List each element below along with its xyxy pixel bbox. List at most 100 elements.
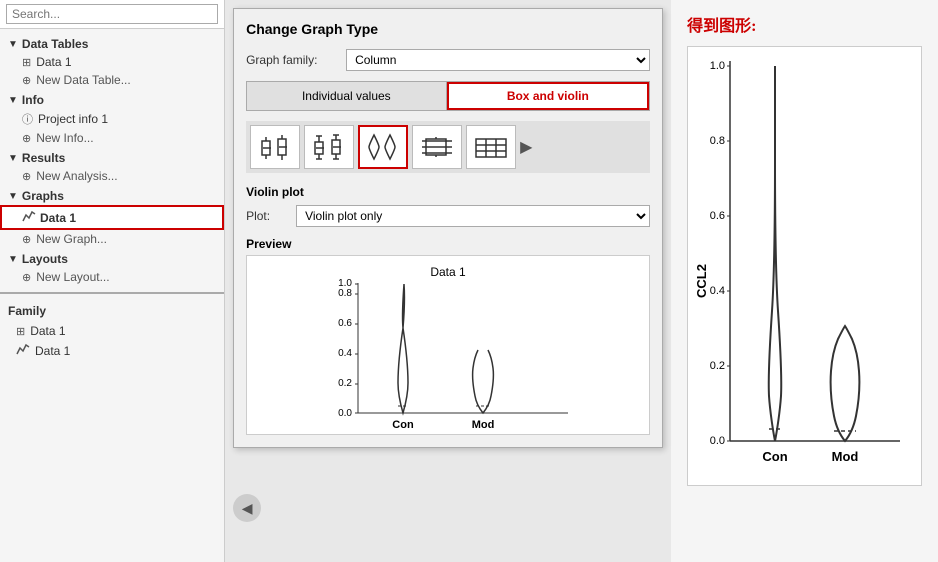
svg-text:0.0: 0.0	[709, 435, 724, 447]
section-header-data-tables[interactable]: ▼ Data Tables	[0, 35, 224, 53]
family-section: Family ⊞ Data 1 Data 1	[0, 300, 224, 365]
section-info: ▼ Info ⓘ Project info 1 ⊕ New Info...	[0, 91, 224, 147]
section-header-layouts[interactable]: ▼ Layouts	[0, 250, 224, 268]
arrow-icon: ▼	[8, 191, 18, 202]
svg-text:Con: Con	[762, 449, 787, 464]
table-icon: ⊞	[22, 56, 31, 69]
item-label: New Info...	[36, 131, 93, 145]
search-input[interactable]	[6, 4, 218, 24]
svg-text:0.8: 0.8	[709, 135, 724, 147]
graph-family-row: Graph family: Column	[246, 49, 650, 71]
plot-label: Plot:	[246, 209, 296, 223]
graph-icon-selector: ▶	[246, 121, 650, 173]
item-label: New Analysis...	[36, 169, 117, 183]
sidebar-item-new-info[interactable]: ⊕ New Info...	[0, 129, 224, 147]
svg-text:Data 1: Data 1	[430, 265, 466, 279]
svg-text:Mod: Mod	[831, 449, 858, 464]
graph-type-btn-2[interactable]	[304, 125, 354, 169]
svg-text:CCL2: CCL2	[694, 264, 709, 298]
sidebar-tree: ▼ Data Tables ⊞ Data 1 ⊕ New Data Table.…	[0, 29, 224, 562]
graph-type-btn-5[interactable]	[466, 125, 516, 169]
item-label: Data 1	[36, 55, 71, 69]
arrow-icon: ▼	[8, 39, 18, 50]
section-label: Results	[22, 151, 65, 165]
violin-section: Violin plot Plot: Violin plot only Violi…	[246, 185, 650, 227]
preview-chart: Data 1 0.0 0.2 0.4 0.6 0.8 1.0	[246, 255, 650, 435]
graph-icon	[16, 342, 30, 359]
section-graphs: ▼ Graphs Data 1 ⊕ New Graph...	[0, 187, 224, 248]
sidebar-item-new-data-table[interactable]: ⊕ New Data Table...	[0, 71, 224, 89]
svg-text:0.6: 0.6	[709, 210, 724, 222]
svg-text:Con: Con	[392, 419, 414, 431]
arrow-icon: ▼	[8, 95, 18, 106]
scroll-arrow-right[interactable]: ▶	[520, 137, 532, 157]
graph-type-btn-1[interactable]	[250, 125, 300, 169]
section-data-tables: ▼ Data Tables ⊞ Data 1 ⊕ New Data Table.…	[0, 35, 224, 89]
svg-text:0.2: 0.2	[709, 360, 724, 372]
svg-text:0.6: 0.6	[338, 318, 352, 329]
tab-individual-values[interactable]: Individual values	[247, 82, 447, 110]
section-results: ▼ Results ⊕ New Analysis...	[0, 149, 224, 185]
item-label: Data 1	[40, 211, 76, 225]
search-bar	[0, 0, 224, 29]
sidebar-item-new-analysis[interactable]: ⊕ New Analysis...	[0, 167, 224, 185]
svg-text:0.8: 0.8	[338, 288, 352, 299]
arrow-icon: ▼	[8, 254, 18, 265]
preview-section: Preview Data 1 0.0 0.2 0.4 0.6	[246, 237, 650, 435]
table-icon: ⊞	[16, 325, 25, 338]
svg-text:0.2: 0.2	[338, 378, 352, 389]
graph-family-select[interactable]: Column	[346, 49, 650, 71]
preview-label: Preview	[246, 237, 650, 251]
sidebar-item-new-layout[interactable]: ⊕ New Layout...	[0, 268, 224, 286]
section-label: Graphs	[22, 189, 64, 203]
section-label: Data Tables	[22, 37, 88, 51]
item-label: Data 1	[35, 344, 70, 358]
add-icon: ⊕	[22, 132, 31, 145]
add-icon: ⊕	[22, 271, 31, 284]
change-graph-dialog: Change Graph Type Graph family: Column I…	[233, 8, 663, 448]
violin-section-label: Violin plot	[246, 185, 650, 199]
svg-text:0.4: 0.4	[709, 285, 724, 297]
svg-text:0.4: 0.4	[338, 348, 352, 359]
info-icon: ⓘ	[22, 111, 33, 127]
add-icon: ⊕	[22, 74, 31, 87]
arrow-icon: ▼	[8, 153, 18, 164]
section-header-graphs[interactable]: ▼ Graphs	[0, 187, 224, 205]
item-label: Data 1	[30, 324, 65, 338]
family-item-table[interactable]: ⊞ Data 1	[8, 322, 216, 340]
section-header-info[interactable]: ▼ Info	[0, 91, 224, 109]
right-area: 得到图形: CCL2 0.0 0.2 0.4 0.6 0.8 1.0	[671, 0, 938, 562]
dialog-title: Change Graph Type	[246, 21, 650, 37]
main-area: Change Graph Type Graph family: Column I…	[225, 0, 671, 562]
graph-type-btn-3[interactable]	[358, 125, 408, 169]
sidebar-item-graph-data1[interactable]: Data 1	[0, 205, 224, 230]
tab-bar: Individual values Box and violin	[246, 81, 650, 111]
result-chart: CCL2 0.0 0.2 0.4 0.6 0.8 1.0	[687, 46, 922, 486]
item-label: New Data Table...	[36, 73, 131, 87]
item-label: New Layout...	[36, 270, 109, 284]
section-label: Info	[22, 93, 44, 107]
section-layouts: ▼ Layouts ⊕ New Layout...	[0, 250, 224, 286]
section-header-results[interactable]: ▼ Results	[0, 149, 224, 167]
sidebar: ▼ Data Tables ⊞ Data 1 ⊕ New Data Table.…	[0, 0, 225, 562]
result-title: 得到图形:	[687, 12, 922, 36]
item-label: Project info 1	[38, 112, 108, 126]
item-label: New Graph...	[36, 232, 107, 246]
graph-icon	[22, 209, 36, 226]
add-icon: ⊕	[22, 170, 31, 183]
svg-text:Mod: Mod	[472, 419, 495, 431]
svg-text:0.0: 0.0	[338, 408, 352, 419]
sidebar-item-new-graph[interactable]: ⊕ New Graph...	[0, 230, 224, 248]
plot-type-select[interactable]: Violin plot only Violin + box Box only	[296, 205, 650, 227]
add-icon: ⊕	[22, 233, 31, 246]
graph-type-btn-4[interactable]	[412, 125, 462, 169]
graph-family-label: Graph family:	[246, 53, 346, 67]
svg-text:1.0: 1.0	[709, 60, 724, 72]
back-button[interactable]: ◀	[233, 494, 261, 522]
divider	[0, 292, 224, 294]
svg-text:1.0: 1.0	[338, 278, 352, 289]
tab-box-violin[interactable]: Box and violin	[447, 82, 650, 110]
sidebar-item-project-info[interactable]: ⓘ Project info 1	[0, 109, 224, 129]
sidebar-item-data1-table[interactable]: ⊞ Data 1	[0, 53, 224, 71]
family-item-graph[interactable]: Data 1	[8, 340, 216, 361]
